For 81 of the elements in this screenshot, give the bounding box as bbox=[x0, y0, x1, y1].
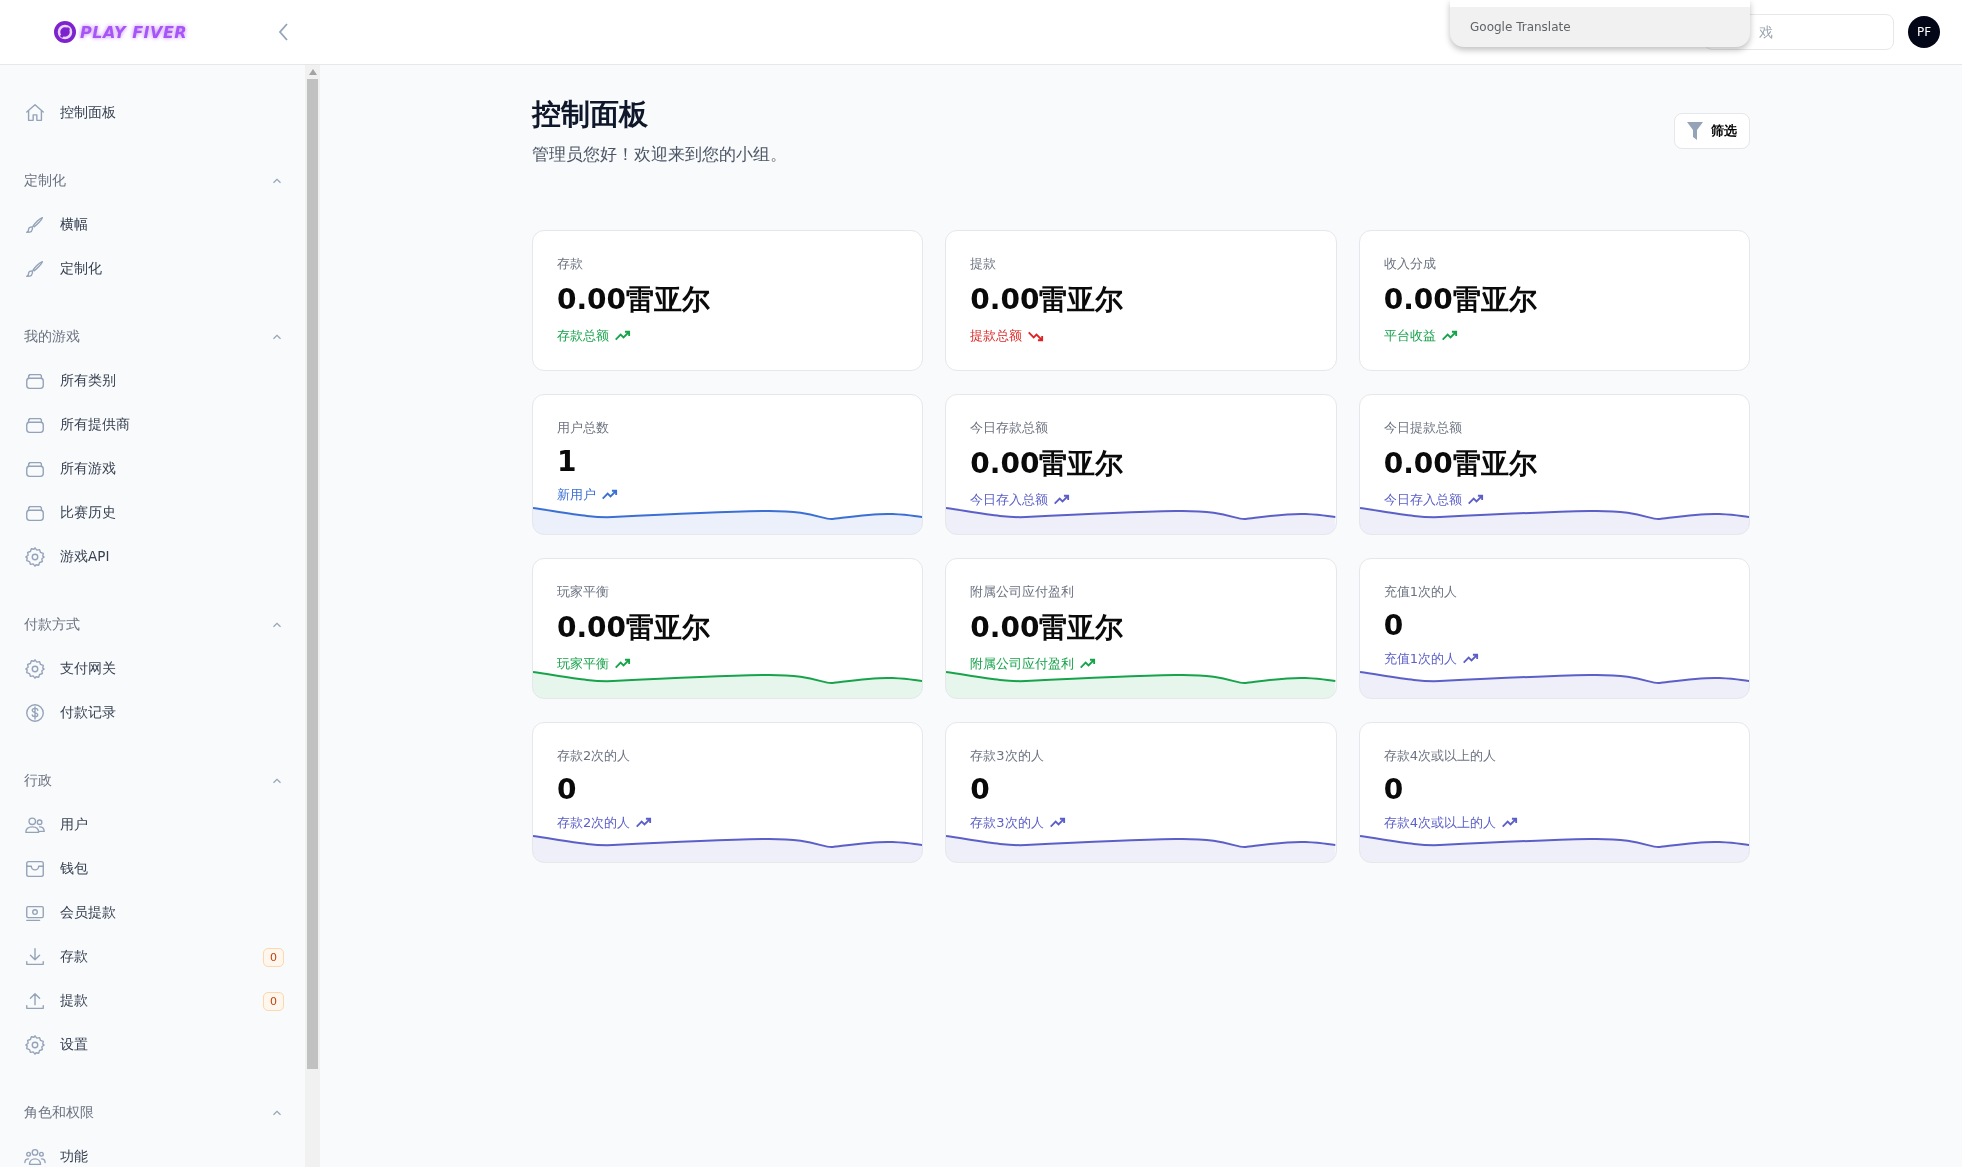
stat-value: 0.00雷亚尔 bbox=[970, 446, 1125, 482]
sidebar-item[interactable]: 横幅 bbox=[24, 203, 284, 247]
sidebar-item[interactable]: 钱包 bbox=[24, 847, 284, 891]
sidebar-item[interactable]: 用户 bbox=[24, 803, 284, 847]
sidebar-item[interactable]: 所有游戏 bbox=[24, 447, 284, 491]
stat-label: 今日存款总额 bbox=[970, 419, 1050, 437]
stat-label: 存款4次或以上的人 bbox=[1383, 747, 1497, 765]
group-icon bbox=[24, 1146, 46, 1167]
sidebar-item[interactable]: 所有提供商 bbox=[24, 403, 284, 447]
sidebar-item[interactable]: 存款 0 bbox=[24, 935, 284, 979]
stat-label: 收入分成 bbox=[1383, 255, 1437, 273]
stat-label: 玩家平衡 bbox=[557, 583, 610, 601]
stat-label: 附属公司应付盈利 bbox=[970, 583, 1076, 601]
stat-label: 提款 bbox=[970, 255, 998, 273]
stat-label: 存款 bbox=[557, 255, 584, 273]
sidebar-item[interactable]: 游戏API bbox=[24, 535, 284, 579]
section-header[interactable]: 定制化 bbox=[24, 159, 284, 203]
user-avatar[interactable]: PF bbox=[1908, 16, 1940, 48]
filter-icon bbox=[1687, 122, 1703, 140]
stat-caption: 提款总额 bbox=[970, 327, 1023, 345]
translate-label: Google Translate bbox=[1470, 20, 1571, 34]
stat-label: 今日提款总额 bbox=[1383, 419, 1463, 437]
stat-value: 0.00雷亚尔 bbox=[557, 282, 712, 318]
stat-label: 存款3次的人 bbox=[970, 747, 1045, 765]
sidebar-item[interactable]: 比赛历史 bbox=[24, 491, 284, 535]
section-header[interactable]: 角色和权限 bbox=[24, 1091, 284, 1135]
stat-value: 0 bbox=[970, 773, 991, 806]
settings-icon bbox=[24, 658, 46, 680]
stat-caption: 今日存入总额 bbox=[970, 491, 1049, 509]
stat-value: 1 bbox=[557, 445, 578, 478]
stat-caption: 平台收益 bbox=[1383, 327, 1436, 345]
scrollbar[interactable] bbox=[305, 65, 320, 1167]
sidebar-item[interactable]: 所有类别 bbox=[24, 359, 284, 403]
stat-label: 用户总数 bbox=[557, 419, 610, 437]
sidebar-item[interactable]: 定制化 bbox=[24, 247, 284, 291]
sidebar-item[interactable]: 付款记录 bbox=[24, 691, 284, 735]
home-icon bbox=[24, 102, 46, 124]
wallet-icon bbox=[24, 858, 46, 880]
stat-caption: 附属公司应付盈利 bbox=[970, 655, 1075, 673]
settings-icon bbox=[24, 1034, 46, 1056]
users-icon bbox=[24, 814, 46, 836]
stat-caption: 充值1次的人 bbox=[1383, 650, 1457, 668]
stat-value: 0 bbox=[557, 773, 578, 806]
sidebar-item[interactable]: 功能 bbox=[24, 1135, 284, 1167]
upload-icon bbox=[24, 990, 46, 1012]
stat-value: 0.00雷亚尔 bbox=[557, 610, 712, 646]
download-icon bbox=[24, 946, 46, 968]
stat-caption: 玩家平衡 bbox=[557, 655, 609, 673]
sidebar-item[interactable]: 控制面板 bbox=[24, 91, 284, 135]
stat-caption: 新用户 bbox=[557, 486, 596, 504]
page-title: 控制面板 bbox=[532, 96, 649, 133]
stat-value: 0.00雷亚尔 bbox=[970, 610, 1125, 646]
stat-value: 0.00雷亚尔 bbox=[970, 282, 1125, 318]
count-badge: 0 bbox=[263, 947, 284, 967]
stat-label: 充值1次的人 bbox=[1383, 583, 1458, 601]
stat-caption: 存款3次的人 bbox=[970, 814, 1044, 832]
stat-caption: 存款2次的人 bbox=[557, 814, 631, 832]
sidebar-item[interactable]: 会员提款 bbox=[24, 891, 284, 935]
brush-icon bbox=[24, 214, 46, 236]
settings-icon bbox=[24, 546, 46, 568]
stat-caption: 存款4次或以上的人 bbox=[1383, 814, 1496, 832]
stat-value: 0 bbox=[1383, 773, 1405, 806]
scroll-up-arrow-icon[interactable] bbox=[308, 69, 317, 75]
stat-value: 0.00雷亚尔 bbox=[1383, 446, 1538, 482]
dollar-icon bbox=[24, 702, 46, 724]
sidebar-item[interactable]: 提款 0 bbox=[24, 979, 284, 1023]
filter-button[interactable]: 筛选 bbox=[1674, 113, 1750, 149]
sidebar-item[interactable]: 支付网关 bbox=[24, 647, 284, 691]
page-subtitle: 管理员您好！欢迎来到您的小组。 bbox=[532, 143, 787, 166]
section-header[interactable]: 行政 bbox=[24, 759, 284, 803]
stat-value: 0.00雷亚尔 bbox=[1383, 282, 1538, 318]
sidebar-item[interactable]: 设置 bbox=[24, 1023, 284, 1067]
stat-label: 存款2次的人 bbox=[557, 747, 632, 765]
stat-caption: 今日存入总额 bbox=[1383, 491, 1462, 509]
stat-value: 0 bbox=[1383, 609, 1405, 642]
count-badge: 0 bbox=[263, 991, 284, 1011]
stat-caption: 存款总额 bbox=[557, 327, 609, 345]
section-header[interactable]: 我的游戏 bbox=[24, 315, 284, 359]
brush-icon bbox=[24, 258, 46, 280]
logo[interactable]: PLAY FIVER bbox=[52, 19, 188, 45]
section-header[interactable]: 付款方式 bbox=[24, 603, 284, 647]
